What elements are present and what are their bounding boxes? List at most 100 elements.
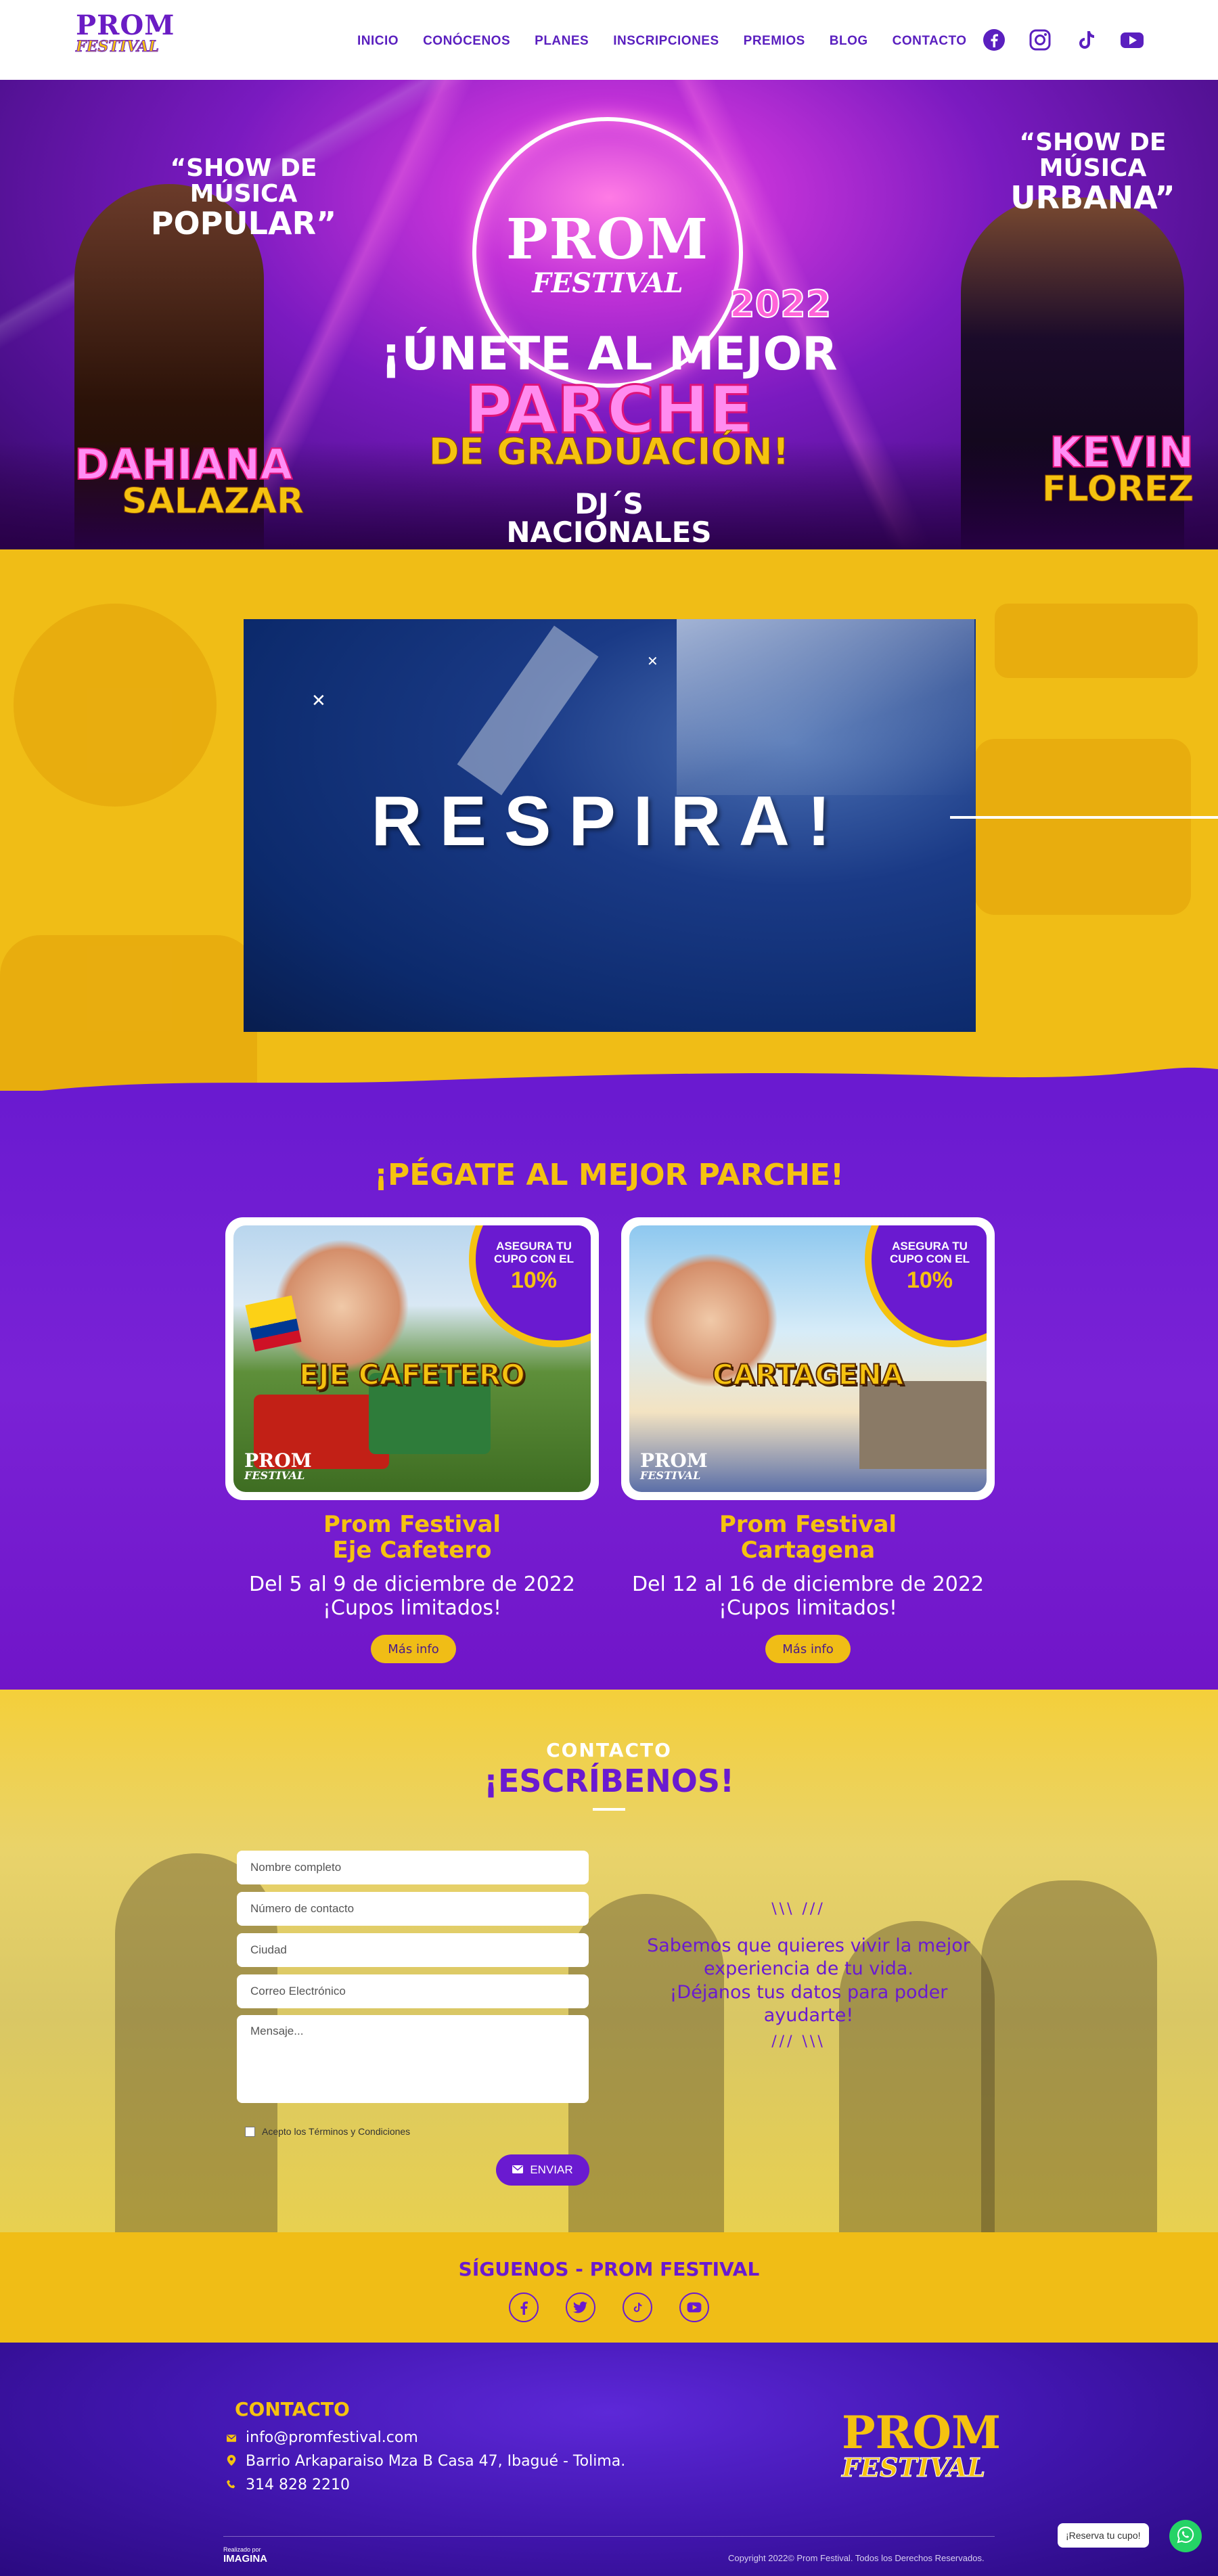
phone-field[interactable] (237, 1892, 589, 1926)
footer-contact-title: CONTACTO (235, 2398, 350, 2420)
logo-line2: FESTIVAL (76, 38, 160, 55)
graduate-photo (981, 1880, 1157, 2232)
plan-image-cartagena: ASEGURA TU CUPO CON EL 10% CARTAGENA PRO… (629, 1225, 987, 1492)
hero-left-quote-line2: POPULAR” (150, 204, 337, 242)
hero-tagline-1: ¡ÚNETE AL MEJOR (380, 327, 838, 381)
card-logo-line1: PROM (244, 1449, 312, 1472)
send-button[interactable]: ENVIAR (496, 2154, 589, 2186)
instagram-icon[interactable] (1027, 27, 1053, 53)
hero-left-first-name: DAHIANA (74, 440, 293, 489)
envelope-icon (512, 2163, 524, 2177)
terms-checkbox[interactable] (245, 2126, 255, 2137)
plan-title-line1: Prom Festival (323, 1511, 501, 1538)
contact-message-line3: ¡Déjanos tus datos para poder (669, 1981, 948, 2003)
youtube-icon[interactable] (679, 2292, 709, 2322)
tiktok-icon[interactable] (623, 2292, 652, 2322)
phone-icon (227, 2477, 236, 2493)
location-pin-icon (227, 2453, 236, 2470)
video-dock-image (457, 625, 599, 796)
nav-premios[interactable]: PREMIOS (744, 34, 805, 49)
email-field[interactable] (237, 1974, 589, 2008)
footer-logo[interactable]: PROM FESTIVAL (842, 2406, 1001, 2481)
hero-tagline-4: DJ´S NACIONALES (474, 490, 744, 549)
hero-right-quote-line2: URBANA” (1010, 179, 1175, 216)
plan-dates-eje-cafetero: Del 5 al 9 de diciembre de 2022 ¡Cupos l… (223, 1573, 602, 1620)
card-logo-line2: FESTIVAL (244, 1469, 305, 1482)
plan-card-eje-cafetero[interactable]: ASEGURA TU CUPO CON EL 10% EJE CAFETERO … (225, 1217, 599, 1500)
card-logo-line2: FESTIVAL (640, 1469, 701, 1482)
jeep-decoration (974, 739, 1191, 915)
hero-right-quote: “SHOW DE MÚSICA URBANA” (981, 130, 1204, 214)
footer-phone[interactable]: 314 828 2210 (227, 2477, 350, 2493)
firework-decoration (14, 604, 217, 807)
plan-dates-text: Del 12 al 16 de diciembre de 2022 (631, 1573, 985, 1596)
site-logo[interactable]: PROM FESTIVAL (76, 9, 175, 72)
send-button-label: ENVIAR (530, 2163, 573, 2176)
youtube-icon[interactable] (1119, 27, 1145, 53)
nav-blog[interactable]: BLOG (830, 34, 868, 49)
facebook-icon[interactable] (509, 2292, 539, 2322)
hero-tagline-3: DE GRADUACIÓN! (428, 430, 790, 473)
mas-info-button-eje-cafetero[interactable]: Más info (371, 1635, 456, 1663)
footer-address-text: Barrio Arkaparaiso Mza B Casa 47, Ibagué… (246, 2453, 626, 2470)
envelope-icon (227, 2429, 236, 2446)
agency-credit[interactable]: Realizado por IMAGINA (223, 2546, 267, 2564)
follow-title: SÍGUENOS - PROM FESTIVAL (458, 2258, 760, 2280)
terms-checkbox-row[interactable]: Acepto los Términos y Condiciones (245, 2126, 410, 2137)
footer-logo-line1: PROM (842, 2406, 1001, 2459)
video-title: RESPIRA! (371, 782, 849, 861)
discount-badge: ASEGURA TU CUPO CON EL 10% (487, 1240, 581, 1294)
contact-message: Sabemos que quieres vivir la mejor exper… (643, 1935, 974, 2027)
follow-icons (509, 2292, 709, 2322)
nav-inicio[interactable]: INICIO (357, 34, 399, 49)
close-icon[interactable]: ✕ (311, 691, 326, 711)
footer-divider (223, 2536, 995, 2537)
plan-destination: CARTAGENA (712, 1357, 905, 1392)
contact-kicker: CONTACTO (546, 1739, 672, 1761)
mas-info-button-cartagena[interactable]: Más info (765, 1635, 851, 1663)
whatsapp-label[interactable]: ¡Reserva tu cupo! (1058, 2523, 1149, 2548)
plan-card-cartagena[interactable]: ASEGURA TU CUPO CON EL 10% CARTAGENA PRO… (621, 1217, 995, 1500)
hero-left-last-name: SALAZAR (121, 480, 304, 522)
plan-dates-text: Del 5 al 9 de diciembre de 2022 (249, 1573, 575, 1596)
hero-right-artist-name: KEVIN FLOREZ (1041, 431, 1194, 507)
discount-badge: ASEGURA TU CUPO CON EL 10% (882, 1240, 977, 1294)
card-logo: PROM FESTIVAL (640, 1451, 708, 1481)
badge-line2: CUPO CON EL (889, 1252, 970, 1265)
video-player[interactable]: RESPIRA! ✕ ✕ (244, 619, 976, 1032)
city-field[interactable] (237, 1933, 589, 1967)
contact-message-line2: experiencia de tu vida. (703, 1958, 914, 1980)
nav-planes[interactable]: PLANES (535, 34, 589, 49)
site-header: PROM FESTIVAL INICIO CONÓCENOS PLANES IN… (0, 0, 1218, 80)
logo-line1: PROM (76, 9, 175, 41)
nav-inscripciones[interactable]: INSCRIPCIONES (613, 34, 719, 49)
facebook-icon[interactable] (981, 27, 1007, 53)
footer-email[interactable]: info@promfestival.com (227, 2429, 418, 2446)
tiktok-icon[interactable] (1073, 27, 1099, 53)
video-divider-line (950, 816, 1218, 819)
twitter-icon[interactable] (566, 2292, 595, 2322)
badge-line1: ASEGURA TU (496, 1240, 572, 1252)
message-field[interactable] (237, 2015, 589, 2103)
plan-title-line2: Cartagena (740, 1537, 876, 1564)
badge-percent: 10% (510, 1267, 558, 1294)
plan-dates-cartagena: Del 12 al 16 de diciembre de 2022 ¡Cupos… (618, 1573, 997, 1620)
contact-message-line1: Sabemos que quieres vivir la mejor (647, 1935, 970, 1956)
whatsapp-button[interactable] (1169, 2520, 1202, 2552)
footer-address: Barrio Arkaparaiso Mza B Casa 47, Ibagué… (227, 2453, 625, 2470)
nav-conocenos[interactable]: CONÓCENOS (423, 34, 510, 49)
credit-brand: IMAGINA (223, 2552, 267, 2564)
contact-section: CONTACTO ¡ESCRÍBENOS! Acepto los Término… (0, 1690, 1218, 2232)
card-logo-line1: PROM (640, 1449, 708, 1472)
nav-contacto[interactable]: CONTACTO (893, 34, 967, 49)
hero-right-quote-line1: “SHOW DE MÚSICA (1019, 129, 1167, 182)
plan-destination: EJE CAFETERO (298, 1357, 526, 1392)
contact-title-underline (593, 1808, 625, 1811)
plan-title-eje-cafetero: Prom Festival Eje Cafetero (223, 1512, 602, 1564)
hero-logo: PROM FESTIVAL (506, 212, 709, 299)
terms-label: Acepto los Términos y Condiciones (262, 2126, 411, 2137)
site-footer: CONTACTO info@promfestival.com Barrio Ar… (0, 2343, 1218, 2576)
close-icon[interactable]: ✕ (647, 653, 658, 669)
name-field[interactable] (237, 1851, 589, 1884)
plans-section: ¡PÉGATE AL MEJOR PARCHE! ASEGURA TU CUPO… (0, 1091, 1218, 1690)
